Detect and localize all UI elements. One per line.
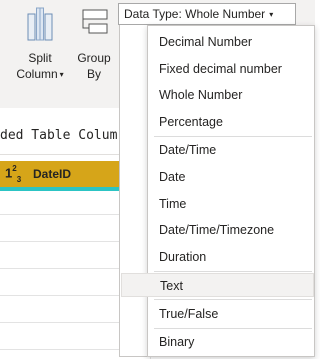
- group-by-label-2: By: [86, 67, 101, 81]
- menu-icon-gutter: [119, 25, 147, 357]
- column-name: DateID: [33, 167, 72, 181]
- menu-item-decimal-number[interactable]: Decimal Number: [148, 30, 314, 54]
- split-column-button[interactable]: Split Column ▾: [12, 6, 68, 83]
- split-column-label-2: Column: [16, 67, 58, 81]
- integer-type-icon[interactable]: 123: [5, 164, 21, 184]
- menu-item-date[interactable]: Date: [148, 165, 314, 189]
- group-by-button[interactable]: Group By: [72, 6, 116, 82]
- data-type-menu: Decimal Number Fixed decimal number Whol…: [121, 25, 315, 357]
- menu-item-date-time-timezone[interactable]: Date/Time/Timezone: [148, 218, 314, 242]
- group-by-label-1: Group: [77, 51, 111, 65]
- menu-separator: [154, 271, 312, 272]
- chevron-down-icon: ▾: [269, 10, 274, 19]
- menu-item-duration[interactable]: Duration: [148, 245, 314, 269]
- menu-item-whole-number[interactable]: Whole Number: [148, 83, 314, 107]
- menu-separator: [154, 299, 312, 300]
- menu-item-true-false[interactable]: True/False: [148, 302, 314, 326]
- split-column-label-1: Split: [28, 51, 52, 65]
- menu-item-text[interactable]: Text: [121, 273, 314, 297]
- menu-separator: [154, 136, 312, 137]
- menu-item-binary[interactable]: Binary: [148, 330, 314, 354]
- menu-item-fixed-decimal-number[interactable]: Fixed decimal number: [148, 57, 314, 81]
- menu-item-time[interactable]: Time: [148, 192, 314, 216]
- data-type-dropdown-button[interactable]: Data Type: Whole Number ▾: [118, 3, 296, 25]
- split-column-icon: [12, 6, 68, 46]
- menu-item-percentage[interactable]: Percentage: [148, 110, 314, 134]
- menu-item-date-time[interactable]: Date/Time: [148, 138, 314, 162]
- formula-text[interactable]: ded Table Colum: [0, 128, 117, 143]
- menu-separator: [154, 328, 312, 329]
- split-column-caret[interactable]: ▾: [60, 70, 64, 79]
- data-type-label: Data Type: Whole Number: [124, 7, 266, 21]
- group-by-icon: [72, 6, 116, 46]
